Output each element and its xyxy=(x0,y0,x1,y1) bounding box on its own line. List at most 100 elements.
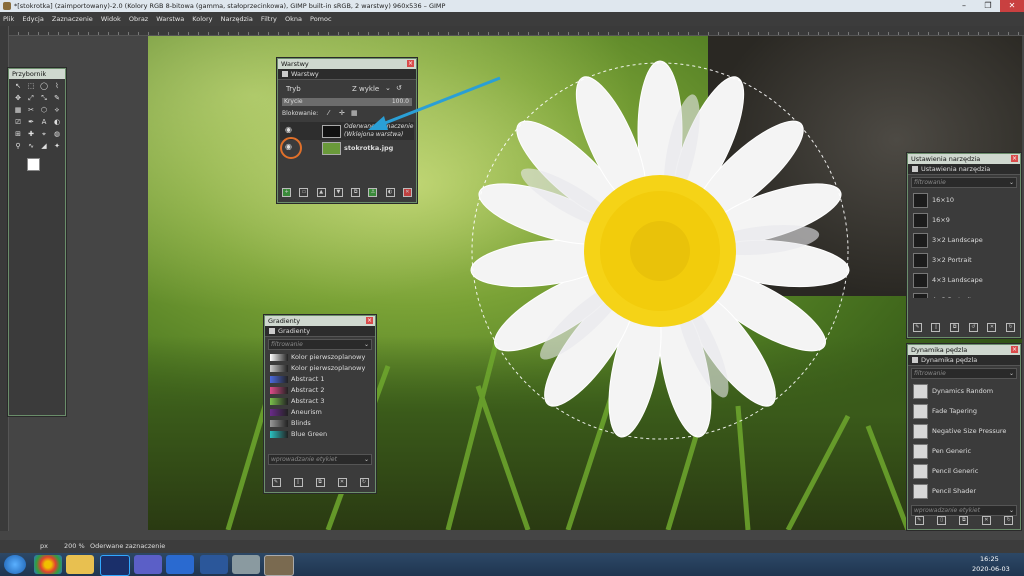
gradients-tag-input[interactable]: wprowadzanie etykiet ⌄ xyxy=(268,454,372,465)
zoom-select[interactable]: 200 % xyxy=(64,540,85,553)
tool-options-panel-title[interactable]: Ustawienia narzędzia × xyxy=(908,154,1020,164)
brush-dynamics-panel-title[interactable]: Dynamika pędzla × xyxy=(908,345,1020,355)
gradient-item[interactable]: Abstract 1 xyxy=(265,374,375,385)
dynamics-item[interactable]: Pen Generic xyxy=(908,441,1020,461)
refresh-dynamics-icon[interactable]: ↻ xyxy=(1004,516,1014,525)
start-button[interactable] xyxy=(4,555,26,574)
dynamics-item[interactable]: Pencil Generic xyxy=(908,461,1020,481)
menu-widok[interactable]: Widok xyxy=(101,15,121,23)
menu-okna[interactable]: Okna xyxy=(285,15,302,23)
photoshop-icon[interactable] xyxy=(100,555,130,576)
menu-zaznaczenie[interactable]: Zaznaczenie xyxy=(52,15,93,23)
chevron-down-icon[interactable]: ⌄ xyxy=(1009,369,1014,378)
chevron-down-icon[interactable]: ⌄ xyxy=(1009,178,1014,187)
dynamics-item[interactable]: Pencil Shader xyxy=(908,481,1020,501)
tool-scale-icon[interactable]: ⤢ xyxy=(26,94,36,103)
menu-kolory[interactable]: Kolory xyxy=(192,15,212,23)
gradient-item[interactable]: Blinds xyxy=(265,418,375,429)
mask-icon[interactable]: ◐ xyxy=(385,188,395,197)
preset-item[interactable]: 4×3 Portrait xyxy=(908,290,1020,298)
eye-icon[interactable]: ◉ xyxy=(285,125,292,134)
edit-preset-icon[interactable]: ⧉ xyxy=(950,323,960,332)
tool-blend-icon[interactable]: ◢ xyxy=(39,142,49,151)
tool-options-tab[interactable]: Ustawienia narzędzia xyxy=(908,164,1020,175)
tool-scissors-icon[interactable]: ✂ xyxy=(26,106,36,115)
anchor-layer-icon[interactable]: ⚓ xyxy=(368,188,378,197)
lock-position-icon[interactable]: ✛ xyxy=(339,109,345,117)
menu-edycja[interactable]: Edycja xyxy=(22,15,43,23)
close-icon[interactable]: × xyxy=(1011,155,1018,162)
tool-bucket-icon[interactable]: ◍ xyxy=(52,130,62,139)
tool-transform-icon[interactable]: ⤡ xyxy=(39,94,49,103)
menu-plik[interactable]: Plik xyxy=(3,15,14,23)
file-explorer-icon[interactable] xyxy=(66,555,94,574)
dynamics-item[interactable]: Negative Size Pressure xyxy=(908,421,1020,441)
lock-alpha-icon[interactable]: ▦ xyxy=(351,109,358,117)
gradient-item[interactable]: Aneurism xyxy=(265,407,375,418)
tool-ellipse-select-icon[interactable]: ◯ xyxy=(39,82,49,91)
duplicate-dynamics-icon[interactable]: ⧉ xyxy=(959,516,969,525)
duplicate-layer-icon[interactable]: ⧉ xyxy=(351,188,361,197)
menu-filtry[interactable]: Filtry xyxy=(261,15,277,23)
tool-measure-icon[interactable]: ⌖ xyxy=(39,130,49,139)
tool-rect-select-icon[interactable]: ⬚ xyxy=(26,82,36,91)
close-button[interactable]: ✕ xyxy=(1000,0,1024,12)
word-icon[interactable] xyxy=(200,555,228,574)
horizontal-ruler[interactable] xyxy=(8,26,1024,36)
layers-panel-title[interactable]: Warstwy × xyxy=(278,59,416,69)
minimize-button[interactable]: – xyxy=(952,0,976,12)
app-icon[interactable] xyxy=(232,555,260,574)
tool-crop-icon[interactable]: ▦ xyxy=(13,106,23,115)
preset-item[interactable]: 3×2 Landscape xyxy=(908,230,1020,250)
delete-preset-icon[interactable]: ✕ xyxy=(987,323,997,332)
dynamics-item[interactable]: Fade Tapering xyxy=(908,401,1020,421)
restore-preset-icon[interactable]: ↺ xyxy=(968,323,978,332)
preset-item[interactable]: 4×3 Landscape xyxy=(908,270,1020,290)
new-dynamics-icon[interactable]: ▯ xyxy=(937,516,947,525)
chevron-down-icon[interactable]: ⌄ xyxy=(364,455,369,464)
tool-clone-icon[interactable]: ⊞ xyxy=(13,130,23,139)
unit-select[interactable]: px xyxy=(40,540,48,553)
chrome-icon[interactable] xyxy=(34,555,62,574)
close-icon[interactable]: × xyxy=(1011,346,1018,353)
tool-fuzzy-select-icon[interactable]: ⬡ xyxy=(39,106,49,115)
gradient-item[interactable]: Blue Green xyxy=(265,429,375,440)
gradients-tab[interactable]: Gradienty xyxy=(265,326,375,337)
tool-align-icon[interactable]: ✥ xyxy=(13,94,23,103)
menu-pomoc[interactable]: Pomoc xyxy=(310,15,332,23)
tool-color-picker-icon[interactable]: ✦ xyxy=(52,142,62,151)
refresh-gradients-icon[interactable]: ↻ xyxy=(359,478,369,487)
new-group-icon[interactable]: ▭ xyxy=(299,188,309,197)
menu-obraz[interactable]: Obraz xyxy=(129,15,148,23)
lower-layer-icon[interactable]: ▼ xyxy=(333,188,343,197)
preset-item[interactable]: 3×2 Portrait xyxy=(908,250,1020,270)
new-preset-icon[interactable]: ▯ xyxy=(931,323,941,332)
edit-dynamics-icon[interactable]: ✎ xyxy=(914,516,924,525)
gimp-taskbar-icon[interactable] xyxy=(264,555,294,576)
gradients-panel-title[interactable]: Gradienty × xyxy=(265,316,375,326)
tool-dodge-icon[interactable]: ◐ xyxy=(52,118,62,127)
menu-narzedzia[interactable]: Narzędzia xyxy=(221,15,253,23)
tool-text-icon[interactable]: A xyxy=(39,118,49,127)
delete-dynamics-icon[interactable]: ✕ xyxy=(981,516,991,525)
brush-dynamics-filter-input[interactable]: filtrowanie ⌄ xyxy=(911,368,1017,379)
delete-layer-icon[interactable]: ✕ xyxy=(402,188,412,197)
tool-heal-icon[interactable]: ✚ xyxy=(26,130,36,139)
preset-item[interactable]: 16×10 xyxy=(908,190,1020,210)
duplicate-gradient-icon[interactable]: ⧉ xyxy=(315,478,325,487)
new-gradient-icon[interactable]: ▯ xyxy=(293,478,303,487)
tool-ink-icon[interactable]: ✒ xyxy=(26,118,36,127)
brush-dynamics-tab[interactable]: Dynamika pędzla xyxy=(908,355,1020,366)
tool-paths-icon[interactable]: ⎚ xyxy=(13,118,23,127)
gradient-item[interactable]: Abstract 3 xyxy=(265,396,375,407)
edit-gradient-icon[interactable]: ✎ xyxy=(271,478,281,487)
dynamics-item[interactable]: Dynamics Random xyxy=(908,381,1020,401)
tool-foreground-select-icon[interactable]: ⟡ xyxy=(52,106,62,115)
layer-row-stokrotka[interactable]: ◉ stokrotka.jpg xyxy=(280,137,414,159)
gradient-item[interactable]: Abstract 2 xyxy=(265,385,375,396)
chevron-down-icon[interactable]: ⌄ xyxy=(1009,506,1014,515)
maximize-button[interactable]: ❐ xyxy=(976,0,1000,12)
preset-item[interactable]: 16×9 xyxy=(908,210,1020,230)
gradient-item[interactable]: Kolor pierwszoplanowy xyxy=(265,352,375,363)
save-preset-icon[interactable]: ✎ xyxy=(912,323,922,332)
